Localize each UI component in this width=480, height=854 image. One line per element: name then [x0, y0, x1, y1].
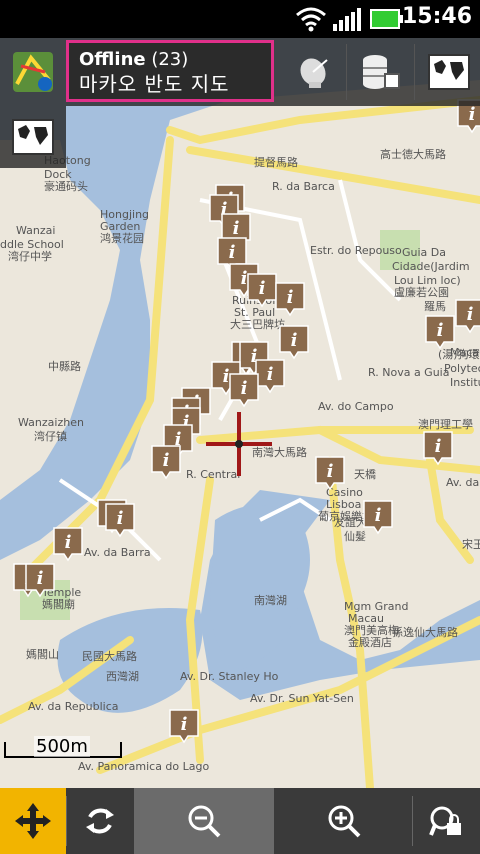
zoom-lock-button[interactable]: [414, 788, 480, 854]
world-map-icon[interactable]: [420, 42, 478, 102]
svg-text:i: i: [241, 268, 248, 289]
zoom-in-icon: [328, 805, 361, 838]
map-label: Av. Dr. Sun Yat-Sen: [250, 692, 354, 705]
map-label: 南灣大馬路: [252, 445, 307, 459]
map-label: Av. da Pra: [446, 476, 480, 489]
map-mode: Offline: [79, 49, 146, 70]
rotate-button[interactable]: [67, 788, 133, 854]
pan-mode-button[interactable]: [0, 788, 66, 854]
svg-text:i: i: [229, 242, 236, 263]
svg-text:i: i: [181, 714, 188, 735]
map-label: Wanzai: [16, 224, 55, 237]
map-label: 豪通码头: [44, 179, 88, 193]
layers-button[interactable]: [0, 106, 66, 168]
svg-text:i: i: [233, 218, 240, 239]
svg-text:i: i: [65, 532, 72, 553]
map-label: R. Nova a Guia: [368, 366, 449, 379]
map-label: 南灣湖: [254, 594, 287, 607]
map-label: Av. Panoramica do Lago: [78, 760, 209, 773]
map-label: 西灣湖: [106, 670, 139, 683]
zoom-in-button[interactable]: [276, 788, 412, 854]
svg-text:i: i: [327, 461, 334, 482]
map-label: 高士德大馬路: [380, 147, 446, 161]
map-database-icon[interactable]: [352, 42, 410, 102]
rotate-icon: [86, 808, 114, 834]
map-label: 中縣路: [48, 360, 81, 373]
map-label: (湯)狗環: [438, 348, 480, 361]
map-label: Institut: [450, 376, 480, 389]
map-count: (23): [151, 49, 189, 70]
map-label: 湾仔镇: [34, 429, 67, 443]
map-label: 澳門美高梅: [344, 623, 399, 637]
map-label: 媽閣山: [26, 647, 59, 661]
wifi-icon: [294, 6, 328, 36]
status-bar: 15:46: [0, 0, 480, 38]
map-label: 大三巴牌坊: [230, 317, 285, 331]
map-label: 金殿酒店: [348, 635, 392, 649]
map-label: 孫逸仙大馬路: [392, 625, 458, 639]
svg-text:i: i: [469, 104, 476, 125]
map-label: 湾仔中学: [8, 249, 52, 263]
map-label: Wanzaizhen: [18, 416, 84, 429]
svg-text:i: i: [435, 436, 442, 457]
bottom-toolbar: [0, 788, 480, 854]
map-title-box[interactable]: Offline (23) 마카오 반도 지도: [66, 40, 274, 102]
map-label: Av. Dr. Stanley Ho: [180, 670, 279, 683]
battery-icon: [370, 9, 404, 33]
map-label: 鸿景花园: [100, 231, 144, 245]
map-view[interactable]: Haotong Dock 豪通码头 Wanzai ddle School 湾仔中学 Hong…: [0, 38, 480, 788]
map-label: R. Central: [186, 468, 240, 481]
map-label: 澳門理工學: [418, 418, 473, 431]
map-name: 마카오 반도 지도: [79, 72, 230, 96]
svg-text:i: i: [117, 508, 124, 529]
map-label: Guia Da: [402, 246, 446, 259]
map-label: 提督馬路: [254, 155, 298, 169]
svg-text:i: i: [437, 320, 444, 341]
status-time: 15:46: [401, 4, 472, 29]
svg-text:i: i: [267, 364, 274, 385]
map-label: 媽閣廟: [42, 597, 75, 611]
map-label: R. da Barca: [272, 180, 335, 193]
world-map-layers-icon: [12, 119, 54, 155]
svg-text:i: i: [291, 330, 298, 351]
map-label: 盧廉若公園: [394, 285, 449, 299]
map-label: Av. da Republica: [28, 700, 119, 713]
map-label: Av. da Barra: [84, 546, 151, 559]
satellite-dish-icon[interactable]: [286, 42, 344, 102]
map-canvas: HaotongDock豪通码头Wanzaiddle School湾仔中学Hong…: [0, 38, 480, 788]
map-label: Estr. do Repouso: [310, 244, 402, 257]
map-label: 天橋: [354, 467, 376, 481]
svg-text:i: i: [37, 568, 44, 589]
map-scale: 500m: [4, 736, 122, 758]
svg-text:i: i: [375, 505, 382, 526]
svg-text:i: i: [287, 287, 294, 308]
map-label: 宋王: [462, 537, 480, 551]
svg-text:i: i: [163, 450, 170, 471]
zoom-lock-icon: [429, 806, 461, 836]
scale-label: 500m: [34, 736, 90, 757]
svg-text:i: i: [241, 378, 248, 399]
svg-text:i: i: [467, 304, 474, 325]
map-label: Cidade(Jardim: [392, 260, 470, 273]
signal-strength-icon: [332, 6, 366, 36]
map-label: 羅馬: [424, 300, 446, 313]
map-label: 友誼大: [334, 515, 367, 529]
map-label: 仙髮: [344, 529, 366, 543]
map-label: 民國大馬路: [82, 649, 137, 663]
svg-text:i: i: [259, 278, 266, 299]
svg-text:i: i: [223, 366, 230, 387]
move-arrows-icon: [15, 803, 51, 839]
map-label: Av. do Campo: [318, 400, 394, 413]
zoom-out-icon: [188, 805, 221, 838]
map-app-icon[interactable]: [4, 42, 62, 102]
zoom-out-button[interactable]: [134, 788, 274, 854]
